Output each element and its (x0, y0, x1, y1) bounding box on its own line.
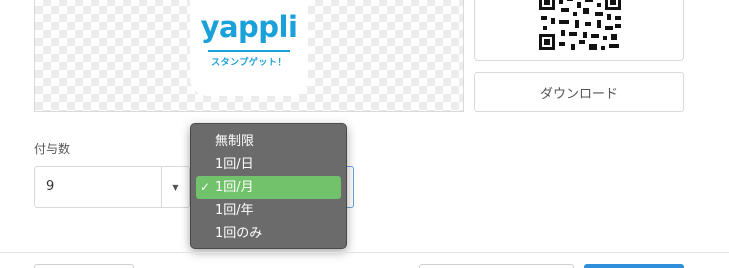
option-label: 1回/日 (215, 157, 254, 172)
stamp-logo-text: yappli (200, 10, 298, 44)
dropdown-option-per-month[interactable]: ✓ 1回/月 (196, 176, 341, 199)
option-label: 1回/月 (215, 180, 254, 195)
dropdown-option-per-day[interactable]: 1回/日 (196, 153, 341, 176)
grant-count-label: 付与数 (34, 142, 71, 156)
qr-code-icon (539, 0, 621, 52)
dropdown-option-once[interactable]: 1回のみ (196, 222, 341, 245)
dropdown-option-per-year[interactable]: 1回/年 (196, 199, 341, 222)
footer-divider (0, 252, 729, 253)
footer-left-button[interactable] (34, 264, 134, 268)
download-button[interactable]: ダウンロード (474, 72, 684, 112)
stamp-image: yappli スタンプゲット！ (190, 0, 308, 96)
qr-code-panel (474, 0, 684, 61)
checkmark-icon: ✓ (200, 180, 211, 194)
dropdown-option-unlimited[interactable]: 無制限 (196, 130, 341, 153)
stamp-subtitle: スタンプゲット！ (211, 58, 287, 68)
footer-primary-button[interactable] (584, 264, 684, 268)
chevron-down-icon[interactable]: ▼ (161, 167, 189, 207)
footer-secondary-button[interactable] (419, 264, 574, 268)
option-label: 無制限 (215, 134, 255, 149)
option-label: 1回のみ (215, 226, 263, 241)
grant-count-value: 9 (46, 179, 55, 194)
grant-count-select[interactable]: 9 ▼ (34, 166, 190, 208)
option-label: 1回/年 (215, 203, 254, 218)
frequency-dropdown-menu: 無制限 1回/日 ✓ 1回/月 1回/年 1回のみ (190, 123, 347, 249)
stamp-logo-underline (208, 50, 290, 52)
stamp-preview-area: yappli スタンプゲット！ (34, 0, 464, 112)
